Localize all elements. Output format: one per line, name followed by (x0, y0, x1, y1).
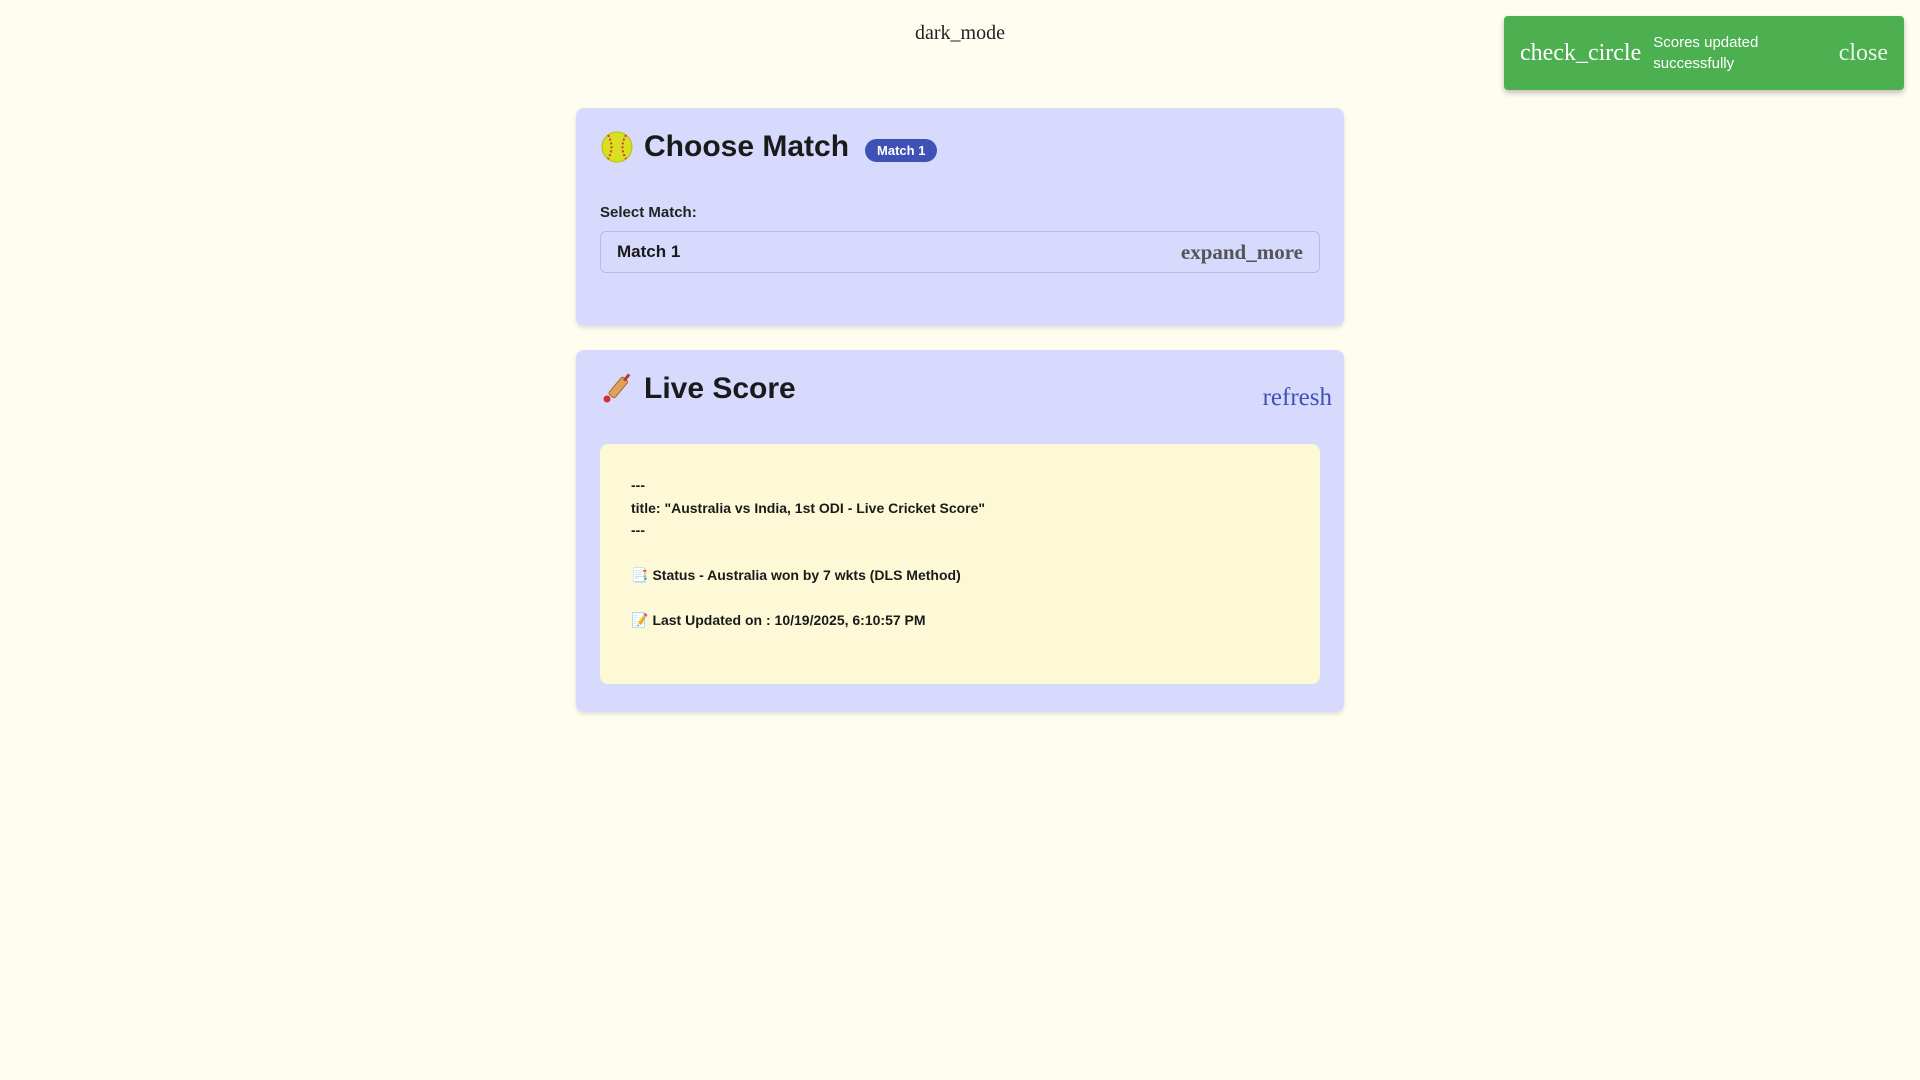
front-matter-close: --- (631, 522, 645, 538)
refresh-button[interactable]: refresh (1263, 384, 1332, 412)
toast-message: Scores updated successfully (1653, 34, 1759, 72)
score-content: --- title: "Australia vs India, 1st ODI … (600, 444, 1320, 684)
choose-match-title: Choose Match (644, 130, 850, 163)
match-status-text: Status - Australia won by 7 wkts (DLS Me… (652, 567, 961, 583)
match-select[interactable]: Match 1 expand_more (600, 231, 1320, 273)
match-status: 📑 Status - Australia won by 7 wkts (DLS M… (631, 564, 1289, 587)
memo-icon: 📝 (631, 612, 649, 628)
front-matter-title: title: "Australia vs India, 1st ODI - Li… (631, 499, 986, 516)
select-match-label: Select Match: (600, 204, 697, 221)
success-toast: check_circle Scores updated successfully… (1504, 16, 1904, 90)
last-updated: 📝 Last Updated on : 10/19/2025, 6:10:57 P… (631, 609, 1289, 632)
match-badge: Match 1 (865, 138, 938, 162)
cricket-bat-icon (600, 372, 634, 406)
last-updated-text: Last Updated on : 10/19/2025, 6:10:57 PM (652, 612, 926, 628)
front-matter-open: --- (631, 477, 645, 493)
live-score-heading: Live Score (600, 350, 1320, 406)
choose-match-card: Choose Match Match 1 Select Match: Match… (576, 108, 1344, 326)
bookmark-tabs-icon: 📑 (631, 567, 649, 583)
softball-icon (600, 130, 634, 164)
expand-more-icon[interactable]: expand_more (1181, 240, 1303, 265)
live-score-title: Live Score (644, 372, 796, 405)
match-select-value: Match 1 (617, 242, 681, 261)
live-score-card: Live Score refresh --- title: "Australia… (576, 350, 1344, 712)
check-circle-icon: check_circle (1520, 39, 1642, 66)
choose-match-heading: Choose Match Match 1 (600, 108, 1320, 164)
close-icon[interactable]: close (1839, 40, 1888, 67)
